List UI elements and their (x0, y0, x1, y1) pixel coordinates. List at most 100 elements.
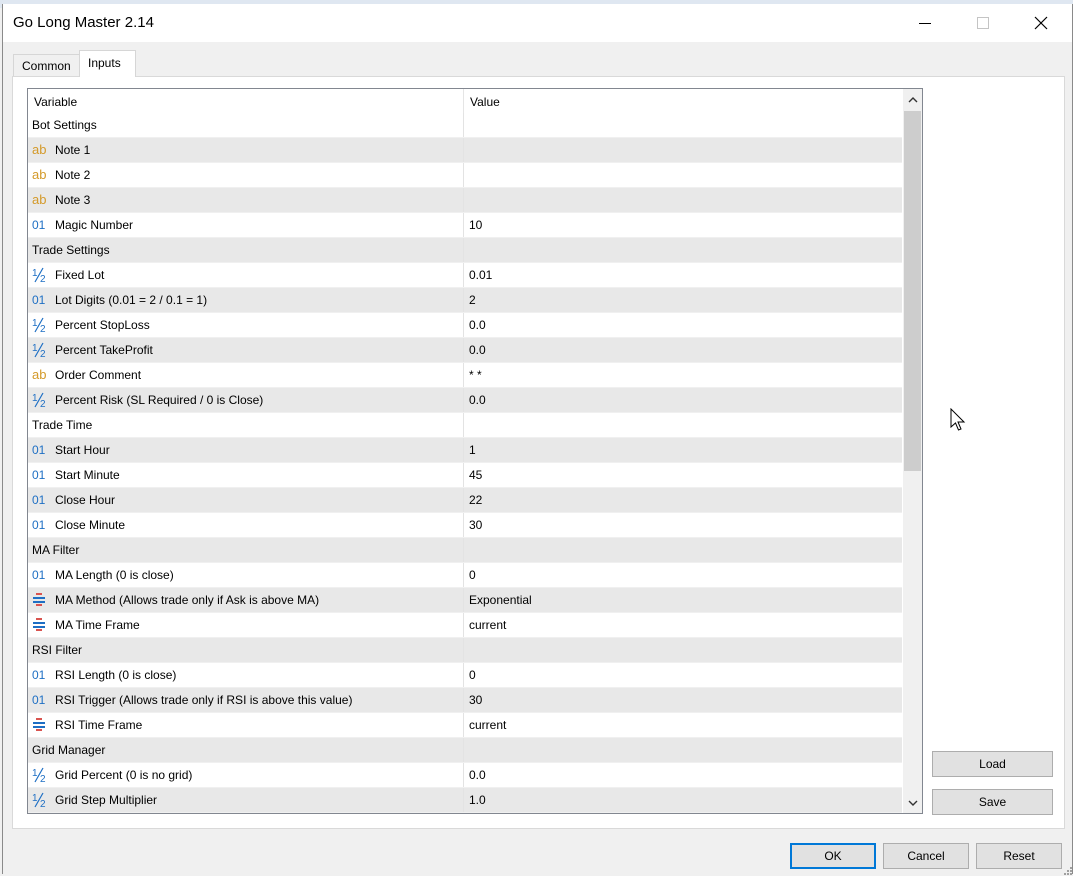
variable-label: Bot Settings (32, 118, 97, 132)
group-header-row[interactable]: MA Filter (28, 538, 902, 563)
input-row[interactable]: 01 Close Hour 22 (28, 488, 902, 513)
variable-cell[interactable]: ab Note 3 (28, 188, 464, 212)
variable-cell[interactable]: 1 2 Percent Risk (SL Required / 0 is Close… (28, 388, 464, 412)
column-header-variable[interactable]: Variable (28, 89, 464, 113)
variable-label: RSI Time Frame (55, 718, 143, 732)
close-button[interactable] (1012, 4, 1070, 42)
cancel-button[interactable]: Cancel (883, 843, 969, 869)
minimize-button[interactable] (896, 4, 954, 42)
variable-cell[interactable]: ab Note 2 (28, 163, 464, 187)
load-button[interactable]: Load (932, 751, 1053, 777)
value-cell[interactable]: 2 (465, 288, 902, 312)
value-cell[interactable]: 0.0 (465, 313, 902, 337)
value-cell[interactable]: 0.0 (465, 338, 902, 362)
variable-cell[interactable]: MA Method (Allows trade only if Ask is a… (28, 588, 464, 612)
value-cell[interactable]: 1.0 (465, 788, 902, 812)
variable-cell[interactable]: 01 MA Length (0 is close) (28, 563, 464, 587)
reset-button[interactable]: Reset (976, 843, 1062, 869)
variable-cell[interactable]: RSI Time Frame (28, 713, 464, 737)
variable-cell[interactable]: Bot Settings (28, 113, 464, 137)
input-row[interactable]: 01 MA Length (0 is close) 0 (28, 563, 902, 588)
group-header-row[interactable]: Trade Settings (28, 238, 902, 263)
group-header-row[interactable]: RSI Filter (28, 638, 902, 663)
input-row[interactable]: 1 2 Fixed Lot 0.01 (28, 263, 902, 288)
value-cell[interactable]: current (465, 713, 902, 737)
value-cell[interactable]: 10 (465, 213, 902, 237)
variable-cell[interactable]: 01 Close Minute (28, 513, 464, 537)
variable-cell[interactable]: Grid Manager (28, 738, 464, 762)
input-row[interactable]: ab Note 3 (28, 188, 902, 213)
tab-common[interactable]: Common (13, 54, 80, 76)
value-cell[interactable]: 0.0 (465, 763, 902, 787)
value-cell[interactable]: * * (465, 363, 902, 387)
input-row[interactable]: 01 Close Minute 30 (28, 513, 902, 538)
group-header-row[interactable]: Grid Manager (28, 738, 902, 763)
value-cell[interactable]: Exponential (465, 588, 902, 612)
variable-cell[interactable]: 01 RSI Length (0 is close) (28, 663, 464, 687)
variable-cell[interactable]: 1 2 Fixed Lot (28, 263, 464, 287)
variable-cell[interactable]: ab Order Comment (28, 363, 464, 387)
column-header-value[interactable]: Value (464, 89, 902, 113)
ab-string-icon: ab (32, 142, 47, 157)
input-row[interactable]: MA Time Frame current (28, 613, 902, 638)
input-row[interactable]: 01 Lot Digits (0.01 = 2 / 0.1 = 1) 2 (28, 288, 902, 313)
input-row[interactable]: 1 2 Percent TakeProfit 0.0 (28, 338, 902, 363)
variable-cell[interactable]: 1 2 Percent StopLoss (28, 313, 464, 337)
input-row[interactable]: 01 RSI Length (0 is close) 0 (28, 663, 902, 688)
variable-label: Trade Time (32, 418, 93, 432)
value-cell[interactable]: 30 (465, 688, 902, 712)
variable-cell[interactable]: 01 Magic Number (28, 213, 464, 237)
value-cell[interactable]: 0.0 (465, 388, 902, 412)
value-cell[interactable] (465, 163, 902, 187)
input-row[interactable]: MA Method (Allows trade only if Ask is a… (28, 588, 902, 613)
value-cell[interactable] (465, 138, 902, 162)
variable-cell[interactable]: 1 2 Grid Step Multiplier (28, 788, 464, 812)
variable-cell[interactable]: 01 Start Minute (28, 463, 464, 487)
variable-cell[interactable]: 1 2 Percent TakeProfit (28, 338, 464, 362)
value-cell[interactable]: 1 (465, 438, 902, 462)
group-header-row[interactable]: Trade Time (28, 413, 902, 438)
variable-cell[interactable]: 01 Lot Digits (0.01 = 2 / 0.1 = 1) (28, 288, 464, 312)
variable-cell[interactable]: 01 Start Hour (28, 438, 464, 462)
input-row[interactable]: ab Note 1 (28, 138, 902, 163)
scroll-thumb[interactable] (904, 111, 921, 471)
value-cell[interactable]: 0 (465, 563, 902, 587)
input-row[interactable]: ab Note 2 (28, 163, 902, 188)
ok-button[interactable]: OK (790, 843, 876, 869)
input-row[interactable]: ab Order Comment * * (28, 363, 902, 388)
input-row[interactable]: 1 2 Grid Percent (0 is no grid) 0.0 (28, 763, 902, 788)
variable-cell[interactable]: MA Filter (28, 538, 464, 562)
variable-cell[interactable]: 1 2 Grid Percent (0 is no grid) (28, 763, 464, 787)
input-row[interactable]: 01 Magic Number 10 (28, 213, 902, 238)
variable-cell[interactable]: 01 Close Hour (28, 488, 464, 512)
maximize-button[interactable] (954, 4, 1012, 42)
value-cell[interactable]: 45 (465, 463, 902, 487)
input-row[interactable]: 1 2 Grid Step Multiplier 1.0 (28, 788, 902, 813)
svg-text:2: 2 (40, 399, 46, 408)
variable-cell[interactable]: Trade Settings (28, 238, 464, 262)
value-cell[interactable]: current (465, 613, 902, 637)
input-row[interactable]: 01 Start Minute 45 (28, 463, 902, 488)
input-row[interactable]: 1 2 Percent Risk (SL Required / 0 is Close… (28, 388, 902, 413)
value-cell[interactable] (465, 188, 902, 212)
variable-cell[interactable]: RSI Filter (28, 638, 464, 662)
value-cell[interactable]: 30 (465, 513, 902, 537)
variable-cell[interactable]: MA Time Frame (28, 613, 464, 637)
scroll-up-button[interactable] (903, 89, 922, 109)
tab-inputs[interactable]: Inputs (79, 50, 136, 77)
value-cell[interactable]: 0.01 (465, 263, 902, 287)
input-row[interactable]: 1 2 Percent StopLoss 0.0 (28, 313, 902, 338)
save-button[interactable]: Save (932, 789, 1053, 815)
group-header-row[interactable]: Bot Settings (28, 113, 902, 138)
scroll-down-button[interactable] (903, 793, 922, 813)
input-row[interactable]: 01 Start Hour 1 (28, 438, 902, 463)
value-cell[interactable]: 22 (465, 488, 902, 512)
value-cell[interactable]: 0 (465, 663, 902, 687)
input-row[interactable]: RSI Time Frame current (28, 713, 902, 738)
variable-cell[interactable]: Trade Time (28, 413, 464, 437)
variable-cell[interactable]: 01 RSI Trigger (Allows trade only if RSI … (28, 688, 464, 712)
input-row[interactable]: 01 RSI Trigger (Allows trade only if RSI … (28, 688, 902, 713)
resize-grip-icon[interactable] (1061, 864, 1073, 876)
vertical-scrollbar[interactable] (903, 89, 922, 813)
variable-cell[interactable]: ab Note 1 (28, 138, 464, 162)
